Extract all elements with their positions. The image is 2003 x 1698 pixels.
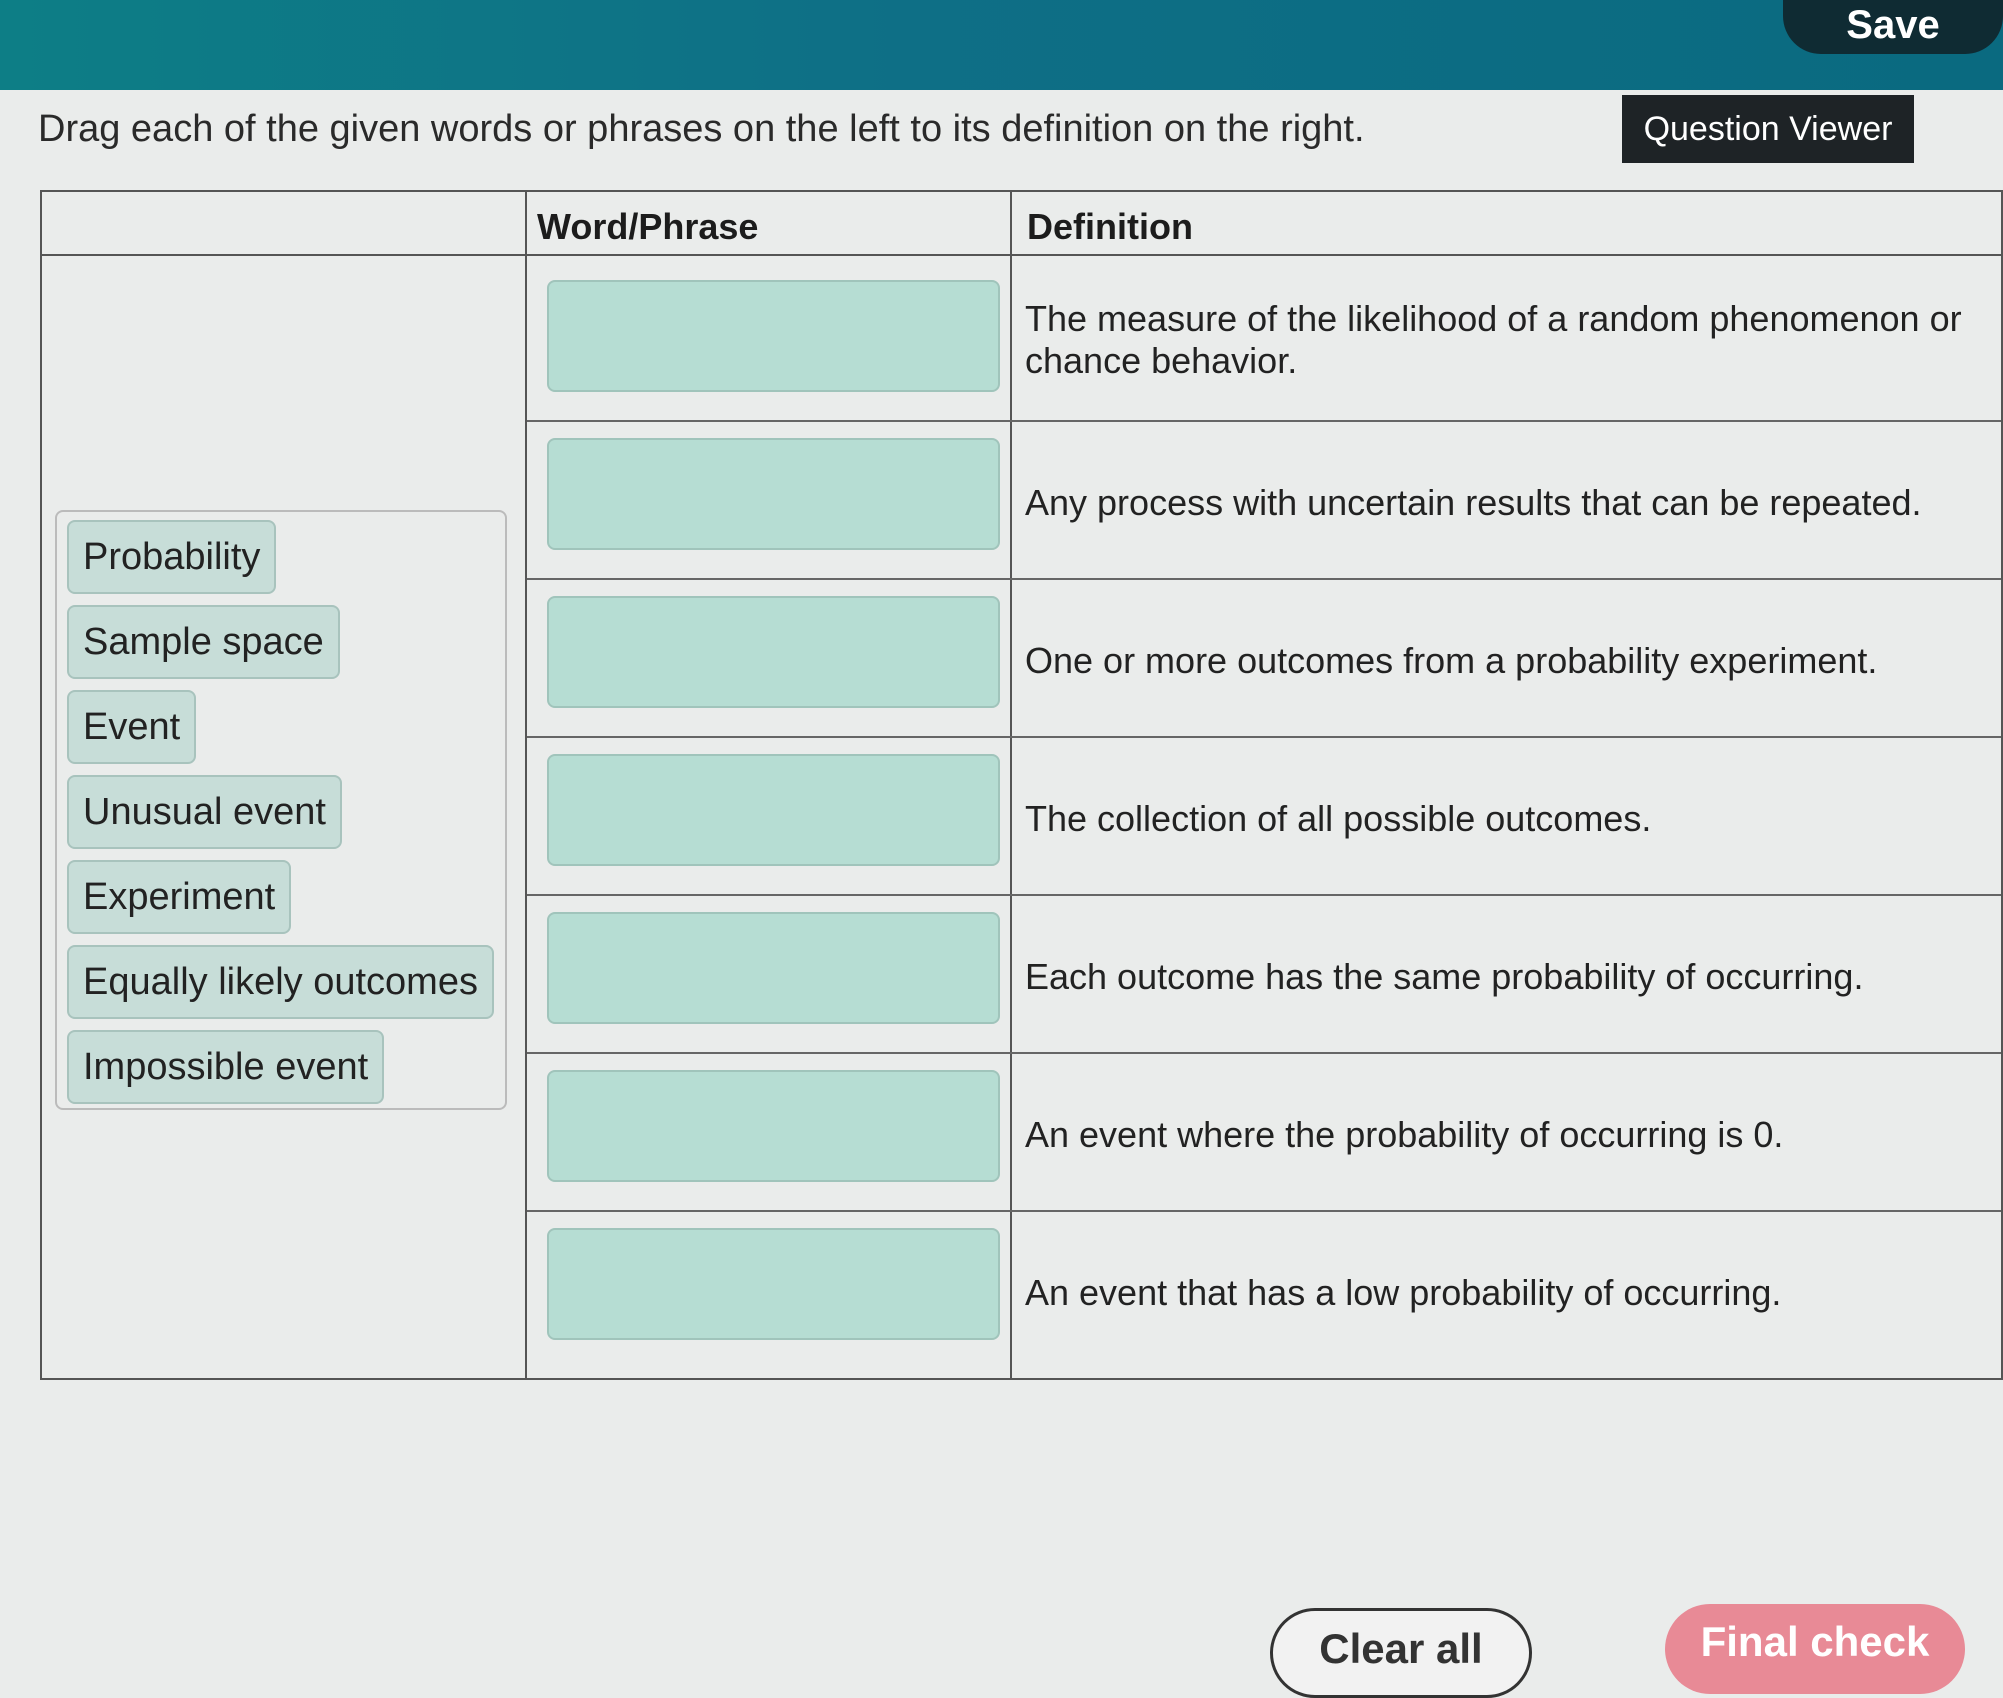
drop-zone-1[interactable] <box>547 280 1000 392</box>
definition-4: The collection of all possible outcomes. <box>1025 798 1652 839</box>
definition-6: An event where the probability of occurr… <box>1025 1114 1784 1155</box>
column-divider <box>1010 192 1012 1378</box>
word-bank: Probability Sample space Event Unusual e… <box>55 510 507 1110</box>
clear-all-button[interactable]: Clear all <box>1270 1608 1532 1698</box>
row-divider <box>527 894 2001 896</box>
column-header-definition: Definition <box>1027 206 1193 247</box>
definition-1: The measure of the likelihood of a rando… <box>1025 298 1962 381</box>
drop-zone-3[interactable] <box>547 596 1000 708</box>
definition-5: Each outcome has the same probability of… <box>1025 956 1864 997</box>
final-check-button[interactable]: Final check <box>1665 1604 1965 1694</box>
top-bar: Save <box>0 0 2003 90</box>
drop-zone-6[interactable] <box>547 1070 1000 1182</box>
word-chip-equally-likely-outcomes[interactable]: Equally likely outcomes <box>67 945 494 1019</box>
row-divider <box>527 1052 2001 1054</box>
definition-7: An event that has a low probability of o… <box>1025 1272 1782 1313</box>
column-divider <box>525 192 527 1378</box>
save-button[interactable]: Save <box>1783 0 2003 54</box>
drop-zone-4[interactable] <box>547 754 1000 866</box>
column-header-word: Word/Phrase <box>537 206 759 247</box>
row-divider <box>527 736 2001 738</box>
row-divider <box>527 1210 2001 1212</box>
table-header-row: Word/Phrase Definition <box>42 192 2001 256</box>
row-divider <box>527 420 2001 422</box>
instruction-text: Drag each of the given words or phrases … <box>38 108 1365 150</box>
word-chip-unusual-event[interactable]: Unusual event <box>67 775 342 849</box>
word-chip-sample-space[interactable]: Sample space <box>67 605 340 679</box>
word-chip-experiment[interactable]: Experiment <box>67 860 292 934</box>
definition-2: Any process with uncertain results that … <box>1025 482 1922 523</box>
drop-zone-5[interactable] <box>547 912 1000 1024</box>
row-divider <box>527 578 2001 580</box>
question-viewer-button[interactable]: Question Viewer <box>1622 95 1914 163</box>
drop-zone-7[interactable] <box>547 1228 1000 1340</box>
word-chip-event[interactable]: Event <box>67 690 197 764</box>
definition-3: One or more outcomes from a probability … <box>1025 640 1878 681</box>
drop-zone-2[interactable] <box>547 438 1000 550</box>
word-chip-probability[interactable]: Probability <box>67 520 277 594</box>
word-chip-impossible-event[interactable]: Impossible event <box>67 1030 385 1104</box>
